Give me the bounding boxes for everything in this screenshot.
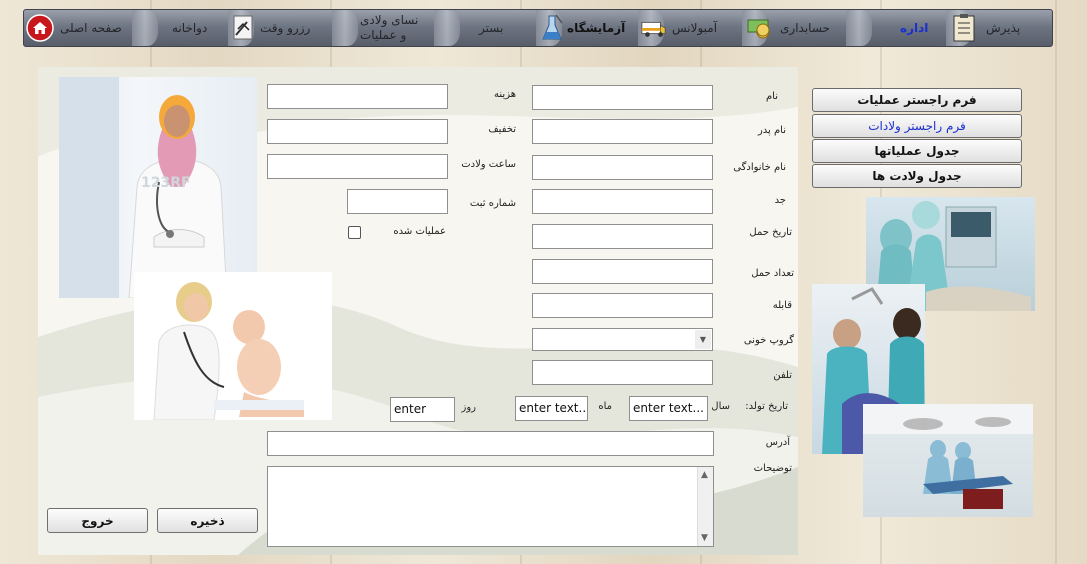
birth-time-input[interactable] [267, 154, 448, 179]
birth-date-label: تاریخ تولد: [745, 401, 788, 412]
scroll-down-icon[interactable]: ▼ [701, 533, 708, 543]
surgical-theatre-photo [863, 404, 1033, 517]
operated-label: عملیات شده [393, 226, 446, 237]
nav-separator [132, 10, 158, 46]
birth-time-label: ساعت ولادت [461, 159, 516, 170]
day-label: روز [461, 402, 477, 413]
scroll-up-icon[interactable]: ▲ [701, 470, 708, 480]
form-panel: نام نام پدر نام خانوادگی جد تاریخ حمل تع… [38, 67, 798, 555]
nav-item-pharmacy[interactable]: دواخانه [172, 10, 207, 46]
nav-item-admin[interactable]: اداره [900, 10, 928, 46]
birth-month-input[interactable]: enter text... [515, 396, 588, 421]
discount-label: تخفیف [488, 124, 516, 135]
grandfather-input[interactable] [532, 189, 713, 214]
pregnancy-count-input[interactable] [532, 259, 713, 284]
dropdown-arrow-icon[interactable]: ▼ [695, 330, 711, 349]
grandfather-label: جد [774, 195, 786, 206]
cost-label: هزینه [494, 89, 516, 100]
blood-group-select[interactable]: ▼ [532, 328, 713, 351]
pregnancy-count-label: تعداد حمل [751, 268, 794, 279]
operation-register-form-button[interactable]: فرم راجستر عملیات [812, 88, 1022, 112]
background-plank [1055, 0, 1057, 564]
pediatrician-baby-photo [134, 272, 332, 420]
nav-item-accounting[interactable]: حسابداری [780, 10, 830, 46]
document-icon[interactable] [230, 13, 258, 43]
pregnancy-date-input[interactable] [532, 224, 713, 249]
phone-input[interactable] [532, 360, 713, 385]
nav-item-laboratory[interactable]: آزمایشگاه [567, 10, 625, 46]
family-name-input[interactable] [532, 155, 713, 180]
notepad-icon[interactable] [950, 13, 978, 43]
save-button[interactable]: ذخیره [157, 508, 258, 533]
home-icon[interactable] [26, 13, 54, 43]
nav-item-gynecology[interactable]: نسای ولادی و عملیات [360, 10, 418, 46]
ambulance-icon[interactable] [640, 13, 668, 43]
nav-gyn-line1: نسای ولادی [360, 13, 419, 27]
births-table-button[interactable]: جدول ولادت ها [812, 164, 1022, 188]
family-name-label: نام خانوادگی [733, 162, 786, 173]
year-label: سال [711, 401, 730, 412]
father-name-label: نام پدر [757, 125, 786, 136]
notes-scrollbar[interactable]: ▲ ▼ [697, 467, 713, 546]
nav-separator [434, 10, 460, 46]
flask-icon[interactable] [538, 13, 566, 43]
operated-checkbox[interactable] [348, 226, 361, 239]
nav-gyn-line2: و عملیات [360, 28, 407, 42]
registration-number-label: شماره ثبت [469, 198, 516, 209]
nav-separator [846, 10, 872, 46]
birth-register-form-button[interactable]: فرم راجستر ولادات [812, 114, 1022, 138]
notes-label: توضیحات [753, 463, 792, 474]
top-navigation-bar: صفحه اصلی دواخانه رزرو وقت نسای ولادی و … [23, 9, 1053, 47]
cost-input[interactable] [267, 84, 448, 109]
phone-label: تلفن [773, 370, 792, 381]
exit-button[interactable]: خروج [47, 508, 148, 533]
nav-separator [332, 10, 358, 46]
watermark-text: 123RF [141, 175, 191, 191]
midwife-label: قابله [772, 300, 792, 311]
discount-input[interactable] [267, 119, 448, 144]
operations-table-button[interactable]: جدول عملیاتها [812, 139, 1022, 163]
birth-day-input[interactable]: enter [390, 397, 455, 422]
notes-textarea[interactable]: ▲ ▼ [267, 466, 714, 547]
nav-item-home[interactable]: صفحه اصلی [60, 10, 122, 46]
blood-group-label: گروپ خونی [743, 335, 794, 346]
nav-item-bed[interactable]: بستر [479, 10, 503, 46]
name-label: نام [765, 91, 778, 102]
nav-item-reservation[interactable]: رزرو وقت [260, 10, 310, 46]
money-icon[interactable] [746, 13, 774, 43]
doctor-woman-photo: 123RF [59, 77, 257, 298]
midwife-input[interactable] [532, 293, 713, 318]
name-input[interactable] [532, 85, 713, 110]
registration-number-input[interactable] [347, 189, 448, 214]
address-label: آدرس [765, 437, 790, 448]
address-input[interactable] [267, 431, 714, 456]
nav-item-ambulance[interactable]: آمبولانس [672, 10, 717, 46]
father-name-input[interactable] [532, 119, 713, 144]
month-label: ماه [598, 401, 612, 412]
birth-year-input[interactable]: enter text... [629, 396, 708, 421]
nav-item-reception[interactable]: پذیرش [986, 10, 1020, 46]
pregnancy-date-label: تاریخ حمل [749, 227, 792, 238]
